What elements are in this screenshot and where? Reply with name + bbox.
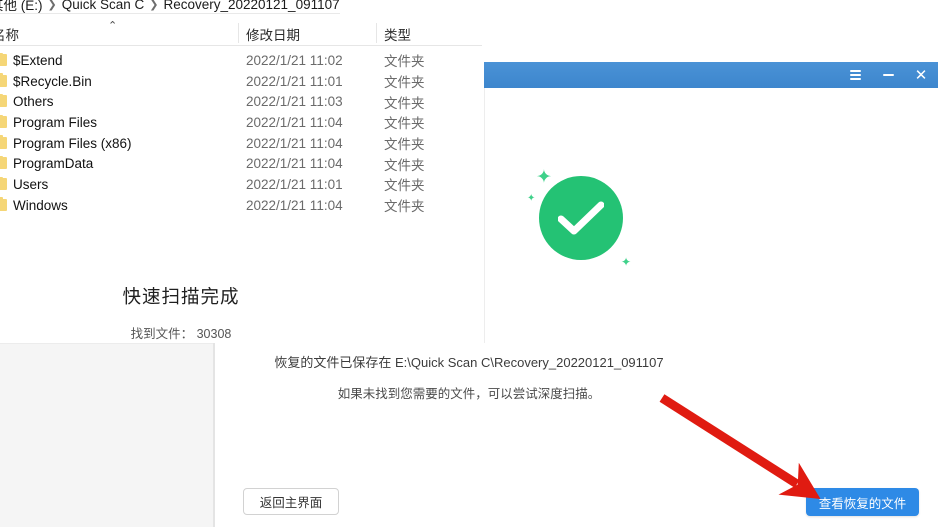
- file-date: 2022/1/21 11:04: [246, 156, 343, 172]
- file-type: 文件夹: [384, 199, 425, 215]
- table-row[interactable]: ProgramData 2022/1/21 11:04 文件夹: [0, 153, 482, 174]
- breadcrumb-separator-icon: ❯: [47, 0, 57, 11]
- check-circle-shape: [539, 176, 623, 260]
- file-date: 2022/1/21 11:01: [246, 176, 343, 192]
- folder-icon: [0, 73, 7, 87]
- column-header-type[interactable]: 类型: [384, 24, 411, 44]
- deep-scan-hint-text: 如果未找到您需要的文件，可以尝试深度扫描。: [337, 387, 601, 401]
- file-date: 2022/1/21 11:01: [246, 73, 343, 89]
- table-row[interactable]: $Extend 2022/1/21 11:02 文件夹: [0, 50, 482, 71]
- screen-root: 其他 (E:) ❯ Quick Scan C ❯ Recovery_202201…: [0, 0, 938, 527]
- file-name: Windows: [13, 197, 68, 213]
- sparkle-icon: ✦: [621, 255, 632, 269]
- success-check-icon: ✦ ✦ ✦: [527, 168, 631, 268]
- found-files-label: 找到文件：: [130, 327, 194, 341]
- file-type: 文件夹: [384, 54, 425, 70]
- sparkle-icon: ✦: [536, 167, 552, 188]
- file-type: 文件夹: [384, 157, 425, 173]
- sparkle-icon: ✦: [527, 193, 536, 204]
- column-divider[interactable]: [238, 23, 239, 43]
- table-row[interactable]: $Recycle.Bin 2022/1/21 11:01 文件夹: [0, 71, 482, 92]
- file-name: Program Files: [13, 114, 98, 130]
- folder-icon: [0, 93, 7, 108]
- minimize-icon[interactable]: [880, 66, 896, 84]
- dialog-title-bar: ✕: [484, 62, 938, 88]
- close-icon[interactable]: ✕: [913, 66, 929, 84]
- folder-icon: [0, 155, 7, 170]
- file-type: 文件夹: [384, 116, 425, 132]
- column-header-name[interactable]: 名称: [0, 24, 19, 44]
- file-name: $Extend: [13, 52, 63, 68]
- breadcrumb-item-quick-scan[interactable]: Quick Scan C: [62, 0, 145, 12]
- scan-complete-text: 快速扫描完成: [122, 286, 240, 307]
- folder-icon: [0, 52, 7, 66]
- column-header-date[interactable]: 修改日期: [246, 24, 300, 44]
- breadcrumb-item-drive[interactable]: 其他 (E:): [0, 0, 43, 14]
- file-date: 2022/1/21 11:04: [246, 135, 343, 151]
- file-list: $Extend 2022/1/21 11:02 文件夹 $Recycle.Bin…: [0, 50, 482, 216]
- folder-icon: [0, 197, 7, 211]
- breadcrumb[interactable]: 其他 (E:) ❯ Quick Scan C ❯ Recovery_202201…: [0, 0, 340, 13]
- file-date: 2022/1/21 11:02: [246, 52, 343, 68]
- file-date: 2022/1/21 11:04: [246, 197, 343, 213]
- page-title: 快速扫描完成: [0, 283, 938, 309]
- found-files-status: 找到文件： 30308: [0, 323, 938, 342]
- table-row[interactable]: Windows 2022/1/21 11:04 文件夹: [0, 195, 482, 216]
- table-row[interactable]: Program Files (x86) 2022/1/21 11:04 文件夹: [0, 133, 482, 154]
- sort-ascending-icon: ⌃: [108, 20, 118, 32]
- file-type: 文件夹: [384, 75, 425, 91]
- table-row[interactable]: Users 2022/1/21 11:01 文件夹: [0, 174, 482, 195]
- table-row[interactable]: Program Files 2022/1/21 11:04 文件夹: [0, 112, 482, 133]
- folder-icon: [0, 114, 7, 129]
- file-date: 2022/1/21 11:04: [246, 114, 343, 130]
- table-row[interactable]: Others 2022/1/21 11:03 文件夹: [0, 91, 482, 112]
- file-name: Others: [13, 94, 54, 110]
- file-name: $Recycle.Bin: [13, 73, 92, 89]
- file-type: 文件夹: [384, 137, 425, 153]
- file-date: 2022/1/21 11:03: [246, 94, 343, 110]
- column-header-row: 名称 ⌃ 修改日期 类型: [0, 20, 482, 46]
- close-glyph: ✕: [914, 66, 928, 84]
- folder-icon: [0, 135, 7, 149]
- back-to-main-button[interactable]: 返回主界面: [243, 488, 339, 515]
- file-name: Users: [13, 176, 49, 192]
- file-name: Program Files (x86): [13, 135, 132, 151]
- hamburger-menu-icon[interactable]: [847, 66, 863, 84]
- file-type: 文件夹: [384, 95, 425, 111]
- saved-path-text: 恢复的文件已保存在 E:\Quick Scan C\Recovery_20220…: [274, 355, 664, 370]
- column-divider[interactable]: [376, 23, 377, 43]
- breadcrumb-item-recovery-folder[interactable]: Recovery_20220121_091107: [163, 0, 339, 12]
- view-recovered-files-button[interactable]: 查看恢复的文件: [806, 488, 919, 516]
- breadcrumb-separator-icon: ❯: [149, 0, 159, 11]
- file-name: ProgramData: [13, 156, 94, 172]
- breadcrumb-underline: [0, 13, 340, 14]
- folder-icon: [0, 176, 7, 191]
- found-files-count: 30308: [196, 327, 232, 341]
- file-type: 文件夹: [384, 178, 425, 194]
